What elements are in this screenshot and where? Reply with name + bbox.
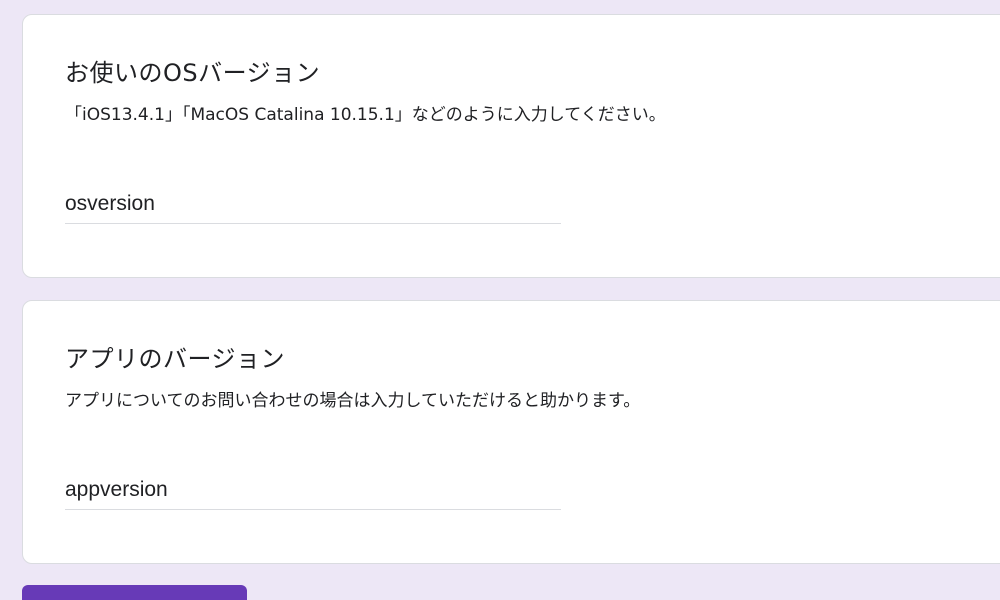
question-help-text: アプリについてのお問い合わせの場合は入力していただけると助かります。 <box>65 391 641 411</box>
question-card-os-version: お使いのOSバージョン 「iOS13.4.1」「MacOS Catalina 1… <box>22 14 1000 278</box>
question-title: お使いのOSバージョン <box>65 59 321 87</box>
question-title: アプリのバージョン <box>65 345 286 373</box>
question-card-app-version: アプリのバージョン アプリについてのお問い合わせの場合は入力していただけると助か… <box>22 300 1000 564</box>
answer-field-wrapper <box>65 185 561 224</box>
app-version-input[interactable] <box>65 471 561 509</box>
answer-field-wrapper <box>65 471 561 510</box>
os-version-input[interactable] <box>65 185 561 223</box>
form-page: お使いのOSバージョン 「iOS13.4.1」「MacOS Catalina 1… <box>0 0 1000 600</box>
submit-button[interactable] <box>22 585 247 600</box>
question-help-text: 「iOS13.4.1」「MacOS Catalina 10.15.1」などのよう… <box>65 105 666 125</box>
